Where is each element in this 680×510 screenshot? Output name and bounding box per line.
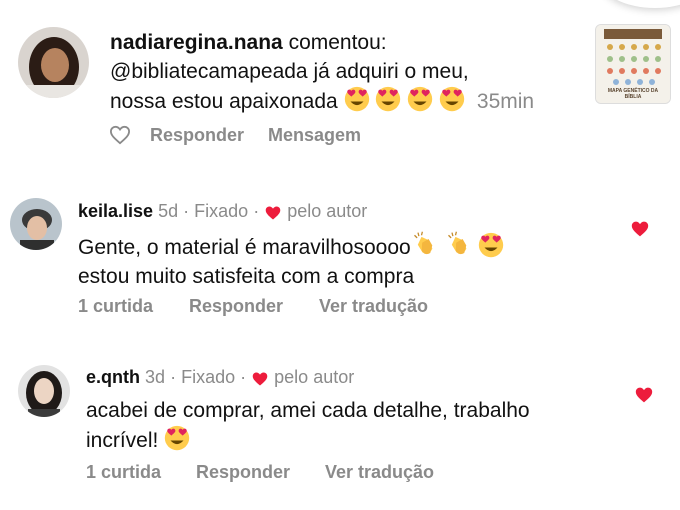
reply2-username[interactable]: e.qnth bbox=[86, 367, 140, 387]
reply1-pinned: Fixado bbox=[194, 201, 249, 221]
reply1-emojis bbox=[411, 231, 505, 259]
reply2-pinned: Fixado bbox=[181, 367, 236, 387]
reply1-username[interactable]: keila.lise bbox=[78, 201, 153, 221]
main-comment-username[interactable]: nadiaregina.nana bbox=[110, 31, 283, 54]
reply1-translate-button[interactable]: Ver tradução bbox=[319, 296, 428, 317]
reply2-emojis bbox=[164, 425, 190, 452]
heart-eyes-emoji bbox=[344, 86, 369, 112]
heart-eyes-emoji bbox=[408, 86, 433, 112]
reply1-sep2: · bbox=[253, 201, 260, 221]
avatar-nadiaregina[interactable] bbox=[18, 27, 89, 98]
avatar-e-qnth[interactable] bbox=[18, 365, 70, 417]
heart-eyes-emoji bbox=[439, 86, 465, 112]
reply2-reply-button[interactable]: Responder bbox=[196, 462, 290, 483]
main-like-button[interactable] bbox=[109, 125, 131, 150]
reply2-translate-button[interactable]: Ver tradução bbox=[325, 462, 434, 483]
reply2-likes-count[interactable]: 1 curtida bbox=[86, 462, 161, 483]
clapping-hands-emoji bbox=[447, 231, 466, 255]
reply2-sep1: · bbox=[170, 367, 177, 387]
avatar-keila-lise[interactable] bbox=[10, 198, 62, 250]
reply1-line1: Gente, o material é maravilhosoooo bbox=[78, 236, 411, 259]
clapping-hands-emoji bbox=[413, 231, 433, 255]
heart-filled-icon bbox=[252, 372, 268, 386]
reply1-time: 5d bbox=[158, 201, 179, 221]
reply2-by-author: pelo autor bbox=[274, 367, 355, 387]
reply1-reply-button[interactable]: Responder bbox=[189, 296, 283, 317]
reply2-line2: incrível! bbox=[86, 429, 159, 452]
main-comment-text: nadiaregina.nana comentou: @bibliatecama… bbox=[110, 28, 590, 116]
main-reply-button[interactable]: Responder bbox=[150, 125, 244, 146]
heart-filled-icon bbox=[631, 221, 649, 237]
main-message-button[interactable]: Mensagem bbox=[268, 125, 361, 146]
reply2-sep2: · bbox=[240, 367, 247, 387]
reply2-meta: e.qnth 3d · Fixado · pelo autor bbox=[86, 367, 354, 388]
reply1-like-button[interactable] bbox=[630, 220, 650, 243]
reply2-like-button[interactable] bbox=[634, 386, 654, 409]
heart-eyes-emoji bbox=[165, 425, 190, 451]
reply1-text: Gente, o material é maravilhosoooo estou… bbox=[78, 230, 618, 291]
main-comment-line1: @bibliatecamapeada já adquiri o meu, bbox=[110, 60, 469, 83]
reply2-time: 3d bbox=[145, 367, 166, 387]
corner-indicator bbox=[600, 0, 680, 8]
main-comment-line2: nossa estou apaixonada bbox=[110, 90, 338, 113]
post-thumbnail-caption: MAPA GENÉTICO DA BÍBLIA bbox=[607, 88, 659, 100]
heart-outline-icon bbox=[109, 125, 131, 145]
reply1-line2: estou muito satisfeita com a compra bbox=[78, 265, 415, 288]
heart-filled-icon bbox=[265, 206, 281, 220]
heart-eyes-emoji bbox=[376, 86, 401, 112]
post-thumbnail[interactable]: MAPA GENÉTICO DA BÍBLIA bbox=[595, 24, 671, 104]
main-comment-emojis bbox=[344, 86, 471, 113]
reply1-meta: keila.lise 5d · Fixado · pelo autor bbox=[78, 201, 367, 222]
main-comment-verb: comentou: bbox=[288, 31, 387, 54]
reply1-by-author: pelo autor bbox=[287, 201, 368, 221]
reply1-sep1: · bbox=[183, 201, 190, 221]
heart-eyes-emoji bbox=[479, 232, 504, 258]
main-comment-time: 35min bbox=[476, 90, 535, 113]
reply2-text: acabei de comprar, amei cada detalhe, tr… bbox=[86, 396, 616, 455]
reply2-line1: acabei de comprar, amei cada detalhe, tr… bbox=[86, 399, 530, 422]
heart-filled-icon bbox=[635, 387, 653, 403]
reply1-likes-count[interactable]: 1 curtida bbox=[78, 296, 153, 317]
